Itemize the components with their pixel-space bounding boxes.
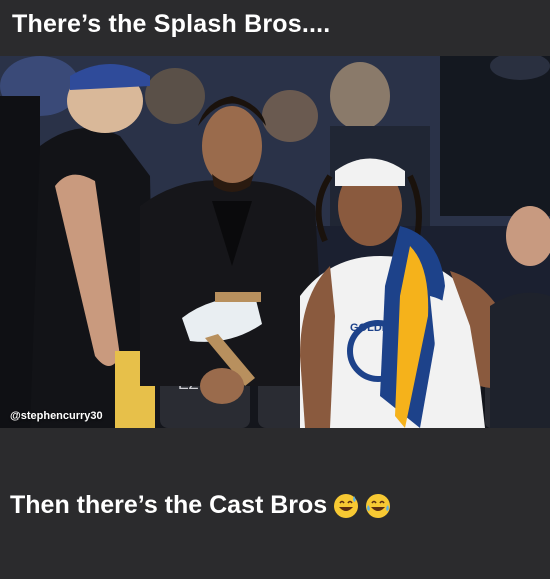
post-photo: EZ B EE [0, 56, 550, 428]
basketball-bench-illustration: EZ B EE [0, 56, 550, 428]
grinning-sweat-icon [334, 493, 359, 518]
bottom-caption: Then there’s the Cast Bros [10, 491, 391, 520]
top-caption: There’s the Splash Bros.... [12, 10, 331, 38]
watermark-handle: @stephencurry30 [10, 410, 103, 422]
bottom-caption-text: Then there’s the Cast Bros [10, 491, 328, 519]
tears-of-joy-icon [366, 493, 391, 518]
story-frame: There’s the Splash Bros.... EZ B EE [0, 0, 550, 579]
